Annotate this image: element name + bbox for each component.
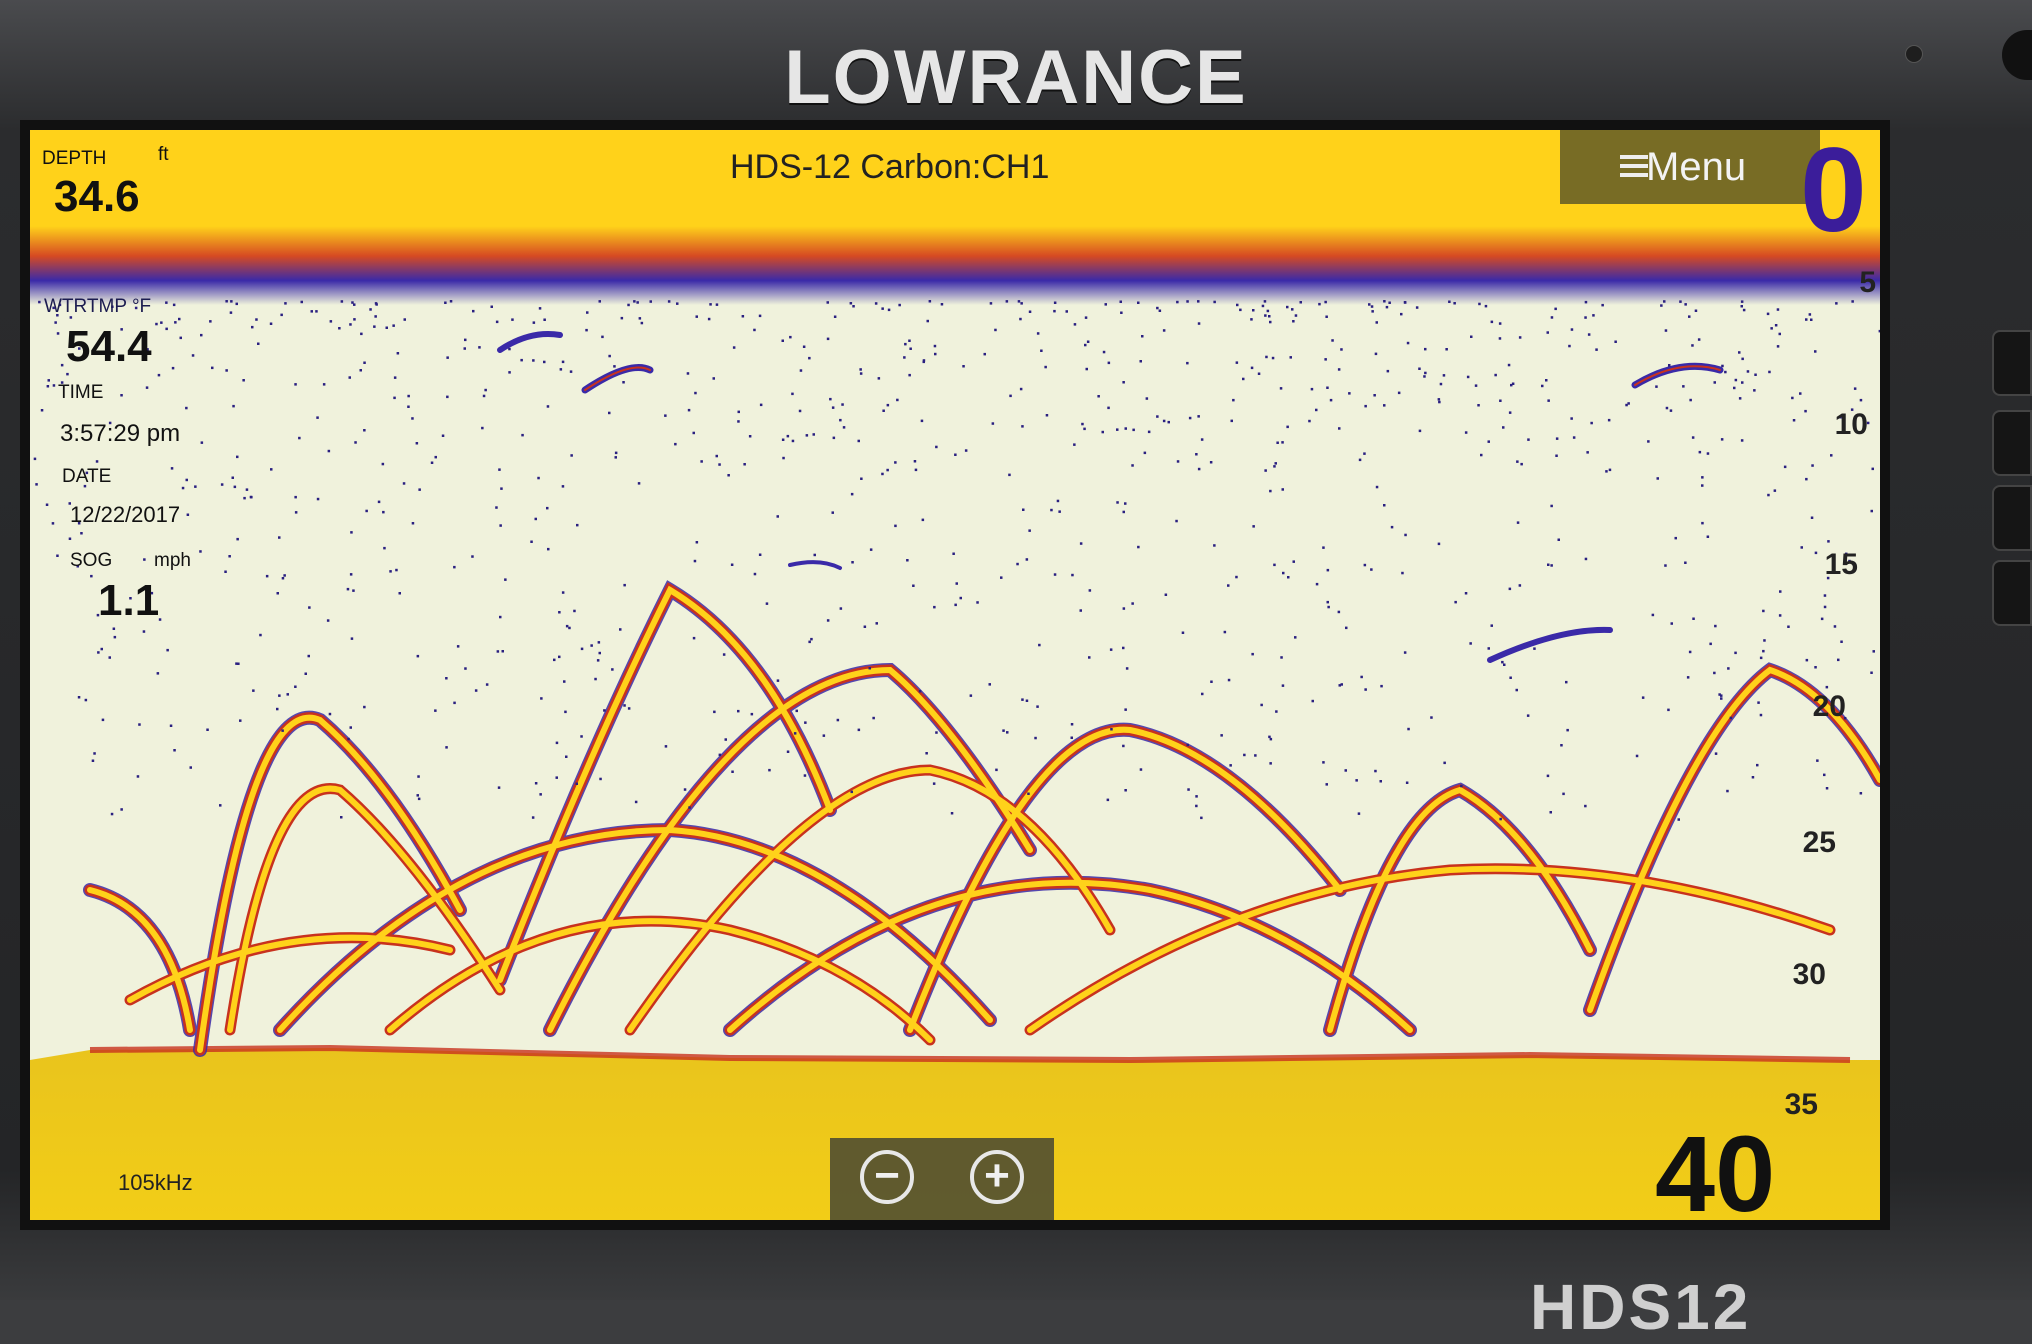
depth-tick-35: 35 (1784, 1088, 1818, 1121)
side-button-3[interactable] (1992, 485, 2032, 551)
sog-value: 1.1 (98, 576, 160, 625)
water-temp-label: WTRTMP °F (44, 296, 152, 317)
zoom-in-button[interactable]: + (970, 1150, 1024, 1204)
plus-circle-icon: + (984, 1151, 1010, 1200)
menu-label: Menu (1646, 144, 1747, 189)
bezel-screw (1905, 45, 1923, 63)
zoom-controls: − + (830, 1138, 1054, 1220)
time-value: 3:57:29 pm (60, 420, 181, 447)
depth-tick-15: 15 (1824, 548, 1858, 581)
brand-logo: LOWRANCE (784, 35, 1248, 120)
range-top: 0 (1800, 130, 1867, 257)
water-temp-value: 54.4 (66, 322, 152, 371)
date-label: DATE (62, 466, 112, 487)
sonar-display (30, 130, 1880, 1220)
sog-unit: mph (154, 550, 191, 571)
hamburger-menu-icon (1620, 155, 1648, 177)
depth-tick-5: 5 (1859, 266, 1876, 299)
depth-label: DEPTH (42, 148, 107, 169)
frequency-label: 105kHz (118, 1170, 193, 1195)
range-bottom: 40 (1655, 1113, 1776, 1221)
time-label: TIME (58, 382, 104, 403)
model-badge: HDS12 (1530, 1271, 1752, 1343)
date-value: 12/22/2017 (70, 502, 181, 527)
structure-returns (83, 580, 1880, 1057)
depth-tick-10: 10 (1834, 408, 1868, 441)
minus-circle-icon: − (874, 1151, 900, 1200)
menu-button[interactable]: Menu (1560, 130, 1820, 204)
depth-tick-25: 25 (1802, 826, 1836, 859)
side-button-2[interactable] (1992, 410, 2032, 476)
side-button-1[interactable] (1992, 330, 2032, 396)
zoom-out-button[interactable]: − (860, 1150, 914, 1204)
channel-title: HDS-12 Carbon:CH1 (730, 148, 1050, 186)
depth-tick-30: 30 (1792, 958, 1826, 991)
sonar-screen[interactable]: DEPTH ft 34.6 WTRTMP °F 54.4 TIME 3:57:2… (30, 130, 1880, 1220)
depth-value: 34.6 (54, 172, 140, 221)
sog-label: SOG (70, 550, 113, 571)
side-button-4[interactable] (1992, 560, 2032, 626)
fish-arches (497, 331, 1724, 663)
depth-tick-20: 20 (1812, 690, 1846, 723)
depth-unit: ft (158, 144, 169, 165)
